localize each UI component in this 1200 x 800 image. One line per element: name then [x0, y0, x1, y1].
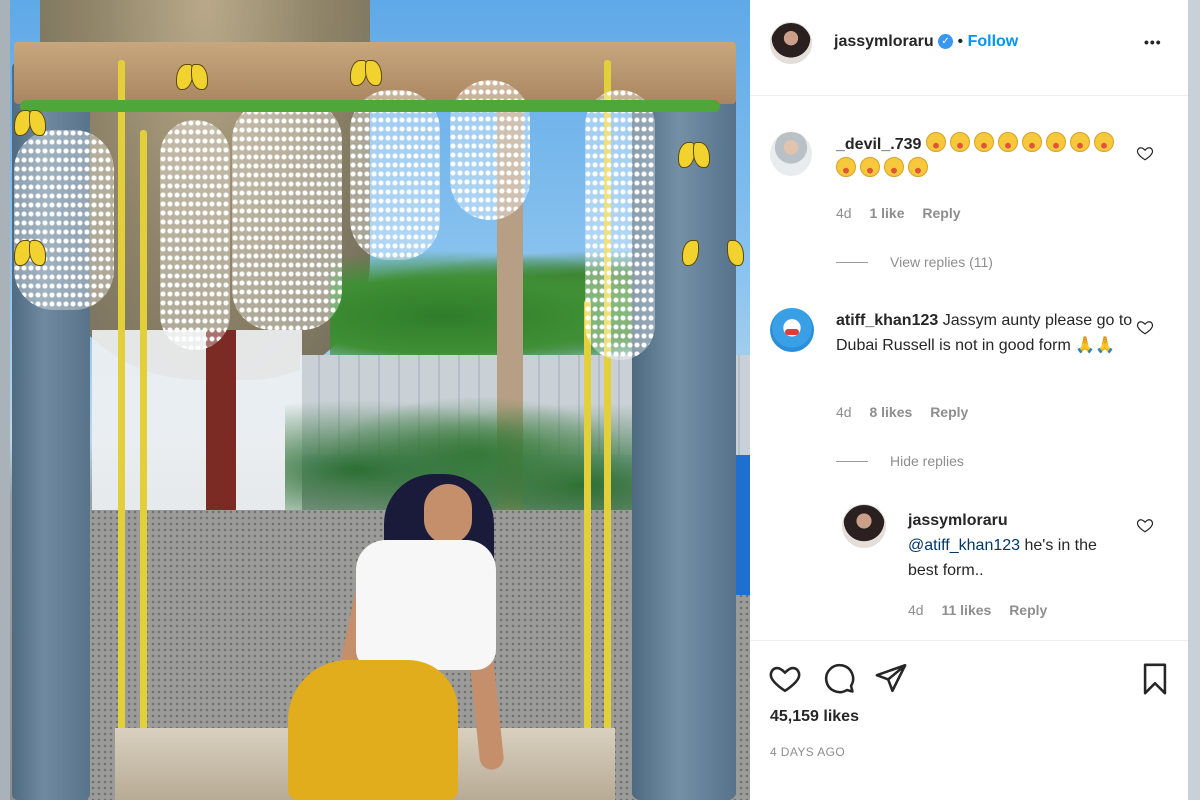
commenter-username[interactable]: atiff_khan123	[836, 312, 938, 329]
face-kiss-emoji	[997, 132, 1018, 152]
person-face	[424, 484, 472, 544]
face-kiss-emoji	[860, 157, 880, 177]
face-kiss-emoji	[1045, 132, 1066, 152]
reply-button[interactable]: Reply	[922, 205, 960, 221]
replies-divider	[836, 461, 868, 462]
person-pants	[288, 660, 458, 800]
person-top	[356, 540, 496, 670]
comment-body: atiff_khan123 Jassym aunty please go to …	[836, 308, 1136, 358]
face-kiss-emoji	[925, 132, 946, 152]
wisteria-flowers	[232, 100, 342, 330]
replies-divider	[836, 262, 868, 263]
butterfly-decoration	[14, 240, 46, 266]
butterfly-decoration	[350, 60, 382, 86]
comment-age: 4d	[836, 404, 852, 420]
verified-badge-icon: ✓	[938, 34, 954, 50]
commenter-username[interactable]: _devil_.739	[836, 136, 921, 153]
wisteria-flowers	[585, 90, 655, 360]
wisteria-flowers	[160, 120, 230, 350]
comment-like-heart-icon[interactable]	[1136, 318, 1154, 336]
owner-avatar[interactable]	[770, 22, 812, 64]
reply-likes[interactable]: 11 likes	[941, 602, 991, 618]
separator-dot: •	[957, 33, 964, 50]
face-kiss-emoji	[973, 132, 994, 152]
bookmark-icon[interactable]	[1138, 661, 1172, 697]
commenter-avatar[interactable]	[770, 308, 814, 352]
likes-count[interactable]: 45,159 likes	[770, 708, 859, 726]
face-kiss-emoji	[884, 157, 904, 177]
reply-age: 4d	[908, 602, 924, 618]
post-header: jassymloraru ✓ • Follow •••	[750, 0, 1188, 96]
post-sidebar: jassymloraru ✓ • Follow ••• _devil_.739 …	[750, 0, 1188, 800]
reply-meta: 4d 11 likes Reply	[908, 602, 1061, 618]
hide-replies-button[interactable]: Hide replies	[890, 453, 964, 469]
face-kiss-emoji	[949, 132, 970, 152]
reply-username[interactable]: jassymloraru	[908, 508, 1128, 533]
follow-button[interactable]: Follow	[968, 33, 1019, 50]
comment-meta: 4d 1 like Reply	[836, 205, 975, 221]
swing-rope	[140, 130, 147, 740]
heart-icon[interactable]	[768, 661, 802, 695]
butterfly-decoration	[14, 110, 46, 136]
send-icon[interactable]	[874, 661, 908, 695]
comment-body: _devil_.739	[836, 132, 1136, 182]
comment-icon[interactable]	[822, 661, 856, 695]
wisteria-flowers	[350, 90, 440, 260]
commenter-avatar[interactable]	[770, 132, 812, 176]
face-kiss-emoji	[1069, 132, 1090, 152]
owner-line: jassymloraru ✓ • Follow	[834, 33, 1018, 51]
post-date: 4 DAYS AGO	[770, 745, 846, 759]
face-kiss-emoji	[1021, 132, 1042, 152]
comment-likes[interactable]: 1 like	[869, 205, 904, 221]
comment-like-heart-icon[interactable]	[1136, 516, 1154, 534]
face-kiss-emoji	[1093, 132, 1114, 152]
wisteria-flowers	[14, 130, 114, 310]
view-replies-button[interactable]: View replies (11)	[890, 254, 993, 270]
reply-body: jassymloraru @atiff_khan123 he's in the …	[908, 508, 1128, 583]
owner-username[interactable]: jassymloraru	[834, 33, 934, 50]
page-background	[1188, 0, 1200, 800]
face-kiss-emoji	[836, 157, 856, 177]
comment-age: 4d	[836, 205, 852, 221]
reply-button[interactable]: Reply	[1009, 602, 1047, 618]
reply-button[interactable]: Reply	[930, 404, 968, 420]
comment-meta: 4d 8 likes Reply	[836, 404, 982, 420]
swing-rope	[118, 60, 125, 740]
butterfly-decoration	[176, 64, 208, 90]
butterfly-decoration	[682, 240, 744, 320]
more-options-icon[interactable]: •••	[1144, 34, 1162, 50]
reply-mention[interactable]: @atiff_khan123	[908, 537, 1020, 554]
butterfly-decoration	[678, 142, 710, 168]
green-vine	[20, 100, 720, 112]
comment-like-heart-icon[interactable]	[1136, 144, 1154, 162]
photo-edge	[0, 0, 10, 800]
swing-rope	[584, 300, 591, 740]
reply-avatar[interactable]	[842, 504, 886, 548]
comment-likes[interactable]: 8 likes	[869, 404, 912, 420]
face-kiss-emoji	[908, 157, 928, 177]
post-photo[interactable]	[0, 0, 750, 800]
